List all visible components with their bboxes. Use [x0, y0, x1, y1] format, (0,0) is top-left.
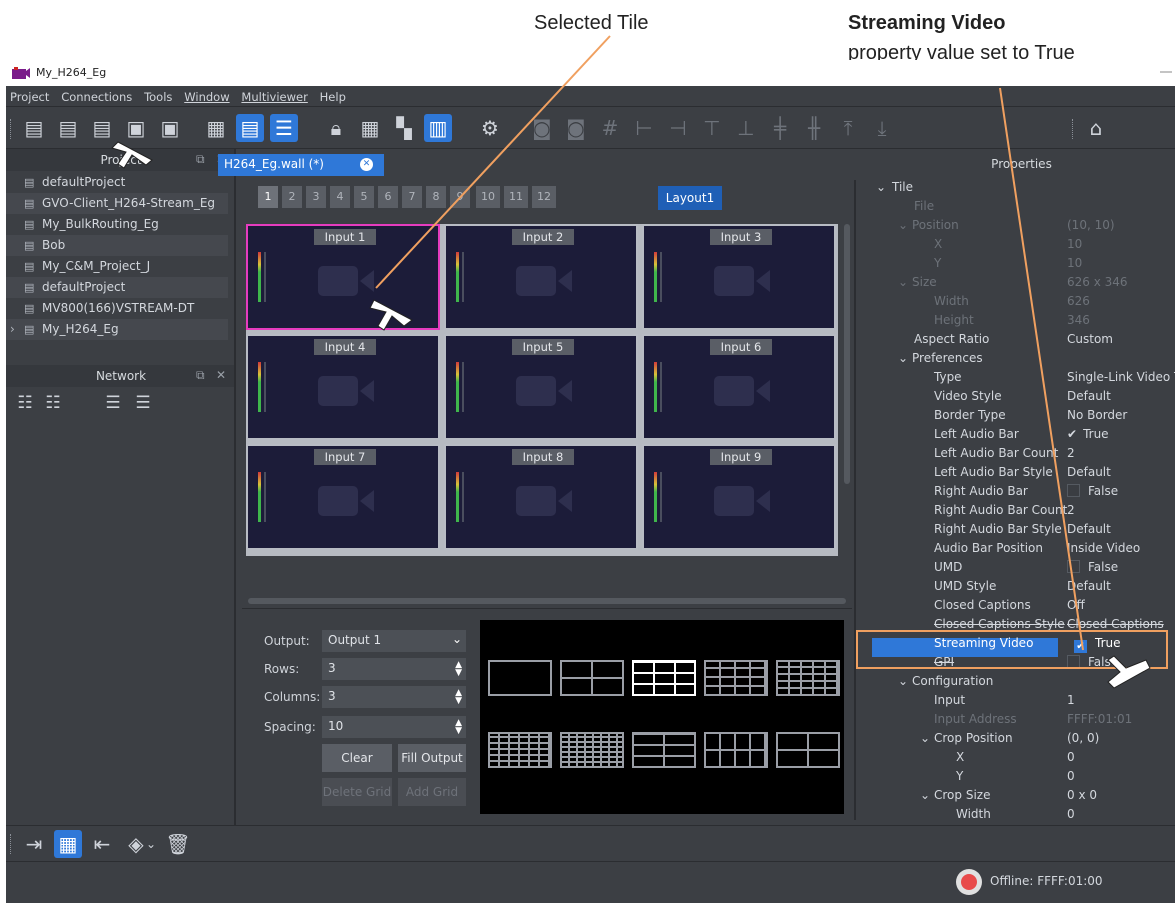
arrow-pointer-icon [1107, 655, 1151, 689]
arrow-pointer-icon [369, 299, 413, 331]
selected-tile-callout-line [375, 35, 611, 289]
arrow-pointer-icon [111, 141, 153, 169]
streaming-video-callout-line [999, 87, 1084, 651]
annotation-overlay [111, 35, 1172, 689]
